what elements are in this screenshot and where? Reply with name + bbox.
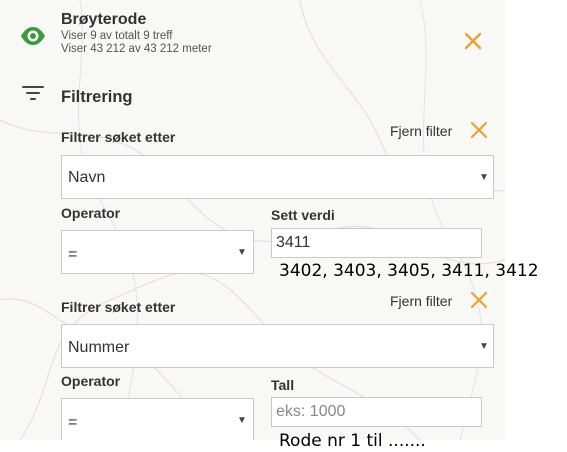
layer-title: Brøyterode: [61, 11, 147, 28]
eye-icon[interactable]: [20, 26, 46, 46]
filter-2-value-label: Tall: [271, 377, 295, 393]
filter-2-field-value: Nummer: [68, 339, 130, 356]
filter-2-operator-select[interactable]: = ▼: [61, 398, 254, 440]
filter-1-field-select[interactable]: Navn ▼: [61, 155, 494, 199]
filter-1-value-input[interactable]: [271, 228, 482, 258]
length-text: Viser 43 212 av 43 212 meter: [61, 43, 212, 55]
filter-1-operator-select[interactable]: = ▼: [61, 230, 254, 274]
layer-panel: Brøyterode Viser 9 av totalt 9 treff Vis…: [0, 0, 505, 440]
chevron-down-icon: ▼: [479, 341, 489, 352]
chevron-down-icon: ▼: [479, 172, 489, 183]
filter-1-field-label: Filtrer søket etter: [61, 129, 176, 145]
filter-1-operator-label: Operator: [61, 205, 121, 221]
filter-1-field-value: Navn: [68, 169, 106, 186]
filter-2-value-input[interactable]: [271, 397, 482, 427]
filter-section-title: Filtrering: [61, 88, 133, 106]
chevron-down-icon: ▼: [237, 247, 247, 258]
filter-1-remove-icon[interactable]: [470, 121, 488, 139]
filter-2-remove-link[interactable]: Fjern filter: [390, 293, 452, 309]
close-icon[interactable]: [463, 31, 483, 51]
filter-1-remove-link[interactable]: Fjern filter: [390, 123, 452, 139]
chevron-down-icon: ▼: [237, 415, 247, 426]
hit-count-text: Viser 9 av totalt 9 treff: [61, 30, 173, 42]
filter-2-field-select[interactable]: Nummer ▼: [61, 324, 494, 368]
values-annotation: 3402, 3403, 3405, 3411, 3412: [279, 261, 539, 281]
rode-annotation: Rode nr 1 til .......: [279, 431, 426, 451]
filter-2-field-label: Filtrer søket etter: [61, 299, 176, 315]
filter-2-operator-label: Operator: [61, 373, 121, 389]
filter-2-operator-value: =: [68, 414, 78, 431]
filter-icon[interactable]: [22, 85, 44, 101]
filter-1-operator-value: =: [68, 246, 78, 263]
filter-1-value-label: Sett verdi: [271, 207, 335, 223]
filter-2-remove-icon[interactable]: [470, 291, 488, 309]
